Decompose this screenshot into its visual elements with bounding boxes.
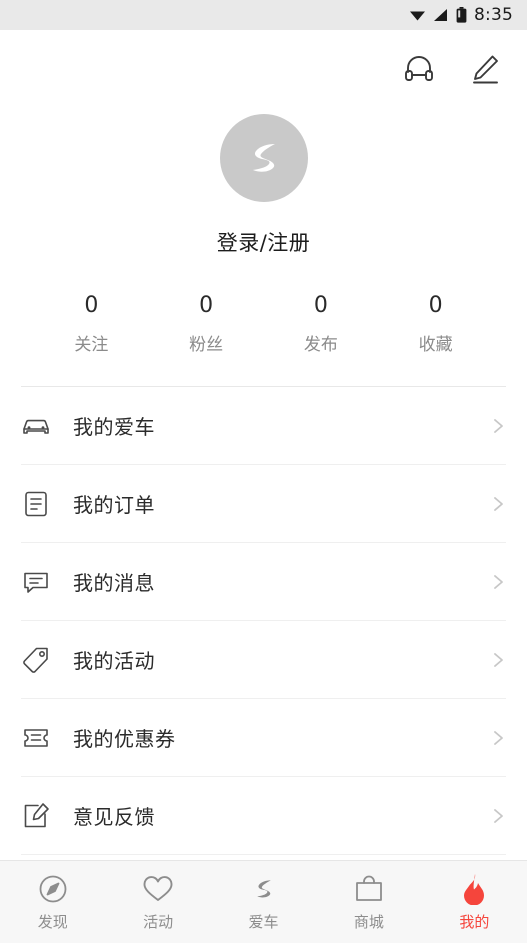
menu-item-label: 我的活动 xyxy=(73,649,155,673)
heart-icon xyxy=(141,872,175,906)
chevron-right-icon xyxy=(490,730,506,746)
status-clock: 8:35 xyxy=(474,5,513,25)
headset-icon[interactable] xyxy=(403,53,435,85)
app-screen: 8:35 登录/注册 0 关注 0 粉丝 0 发布 0 收藏 我的爱车 我的订单… xyxy=(0,0,527,943)
header-bar xyxy=(0,30,527,108)
menu-item-label: 我的订单 xyxy=(73,493,155,517)
tab-label: 我的 xyxy=(459,913,490,931)
login-register-label[interactable]: 登录/注册 xyxy=(217,227,311,257)
menu-item-my-car[interactable]: 我的爱车 xyxy=(21,387,506,465)
menu-item-label: 意见反馈 xyxy=(73,805,155,829)
stat-collection[interactable]: 0 收藏 xyxy=(378,293,493,355)
stat-posts[interactable]: 0 发布 xyxy=(264,293,379,355)
menu-item-label: 我的爱车 xyxy=(73,415,155,439)
menu-item-label: 我的优惠券 xyxy=(73,727,176,751)
signal-icon xyxy=(433,8,449,22)
menu-item-my-activities[interactable]: 我的活动 xyxy=(21,621,506,699)
pencil-icon[interactable] xyxy=(469,53,501,85)
tab-label: 爱车 xyxy=(248,913,279,931)
stat-value: 0 xyxy=(428,293,443,318)
tab-discover[interactable]: 发现 xyxy=(0,872,105,932)
avatar[interactable] xyxy=(219,114,308,202)
stat-value: 0 xyxy=(313,293,328,318)
stat-label: 关注 xyxy=(74,335,109,355)
stat-value: 0 xyxy=(199,293,214,318)
stat-fans[interactable]: 0 粉丝 xyxy=(149,293,264,355)
menu-item-label: 我的消息 xyxy=(73,571,155,595)
message-bubble-icon xyxy=(21,567,51,597)
flame-icon xyxy=(457,872,491,906)
stat-label: 收藏 xyxy=(418,335,453,355)
status-bar: 8:35 xyxy=(0,0,527,30)
menu-item-my-orders[interactable]: 我的订单 xyxy=(21,465,506,543)
tab-label: 活动 xyxy=(143,913,174,931)
compass-icon xyxy=(36,872,70,906)
menu-item-my-coupons[interactable]: 我的优惠券 xyxy=(21,699,506,777)
wifi-icon xyxy=(409,8,426,22)
stat-follow[interactable]: 0 关注 xyxy=(34,293,149,355)
chevron-right-icon xyxy=(490,652,506,668)
brand-logo-icon xyxy=(247,872,281,906)
tab-activity[interactable]: 活动 xyxy=(105,872,210,932)
stats-row: 0 关注 0 粉丝 0 发布 0 收藏 xyxy=(0,293,527,355)
car-icon xyxy=(21,411,51,441)
stat-label: 粉丝 xyxy=(189,335,224,355)
tab-mine[interactable]: 我的 xyxy=(422,872,527,932)
chevron-right-icon xyxy=(490,418,506,434)
tab-label: 商城 xyxy=(353,913,384,931)
chevron-right-icon xyxy=(490,808,506,824)
stat-value: 0 xyxy=(84,293,99,318)
tab-my-car[interactable]: 爱车 xyxy=(211,872,316,932)
menu-item-feedback[interactable]: 意见反馈 xyxy=(21,777,506,855)
order-list-icon xyxy=(21,489,51,519)
tab-label: 发现 xyxy=(37,913,68,931)
menu-item-my-messages[interactable]: 我的消息 xyxy=(21,543,506,621)
chevron-right-icon xyxy=(490,574,506,590)
battery-icon xyxy=(456,7,467,23)
coupon-icon xyxy=(21,723,51,753)
shop-bag-icon xyxy=(352,872,386,906)
brand-logo-icon xyxy=(252,144,275,172)
tab-shop[interactable]: 商城 xyxy=(316,872,421,932)
bottom-tab-bar: 发现 活动 爱车 商城 我的 xyxy=(0,860,527,943)
tag-icon xyxy=(21,645,51,675)
profile-section: 登录/注册 xyxy=(0,108,527,257)
feedback-icon xyxy=(21,801,51,831)
chevron-right-icon xyxy=(490,496,506,512)
stat-label: 发布 xyxy=(303,335,338,355)
